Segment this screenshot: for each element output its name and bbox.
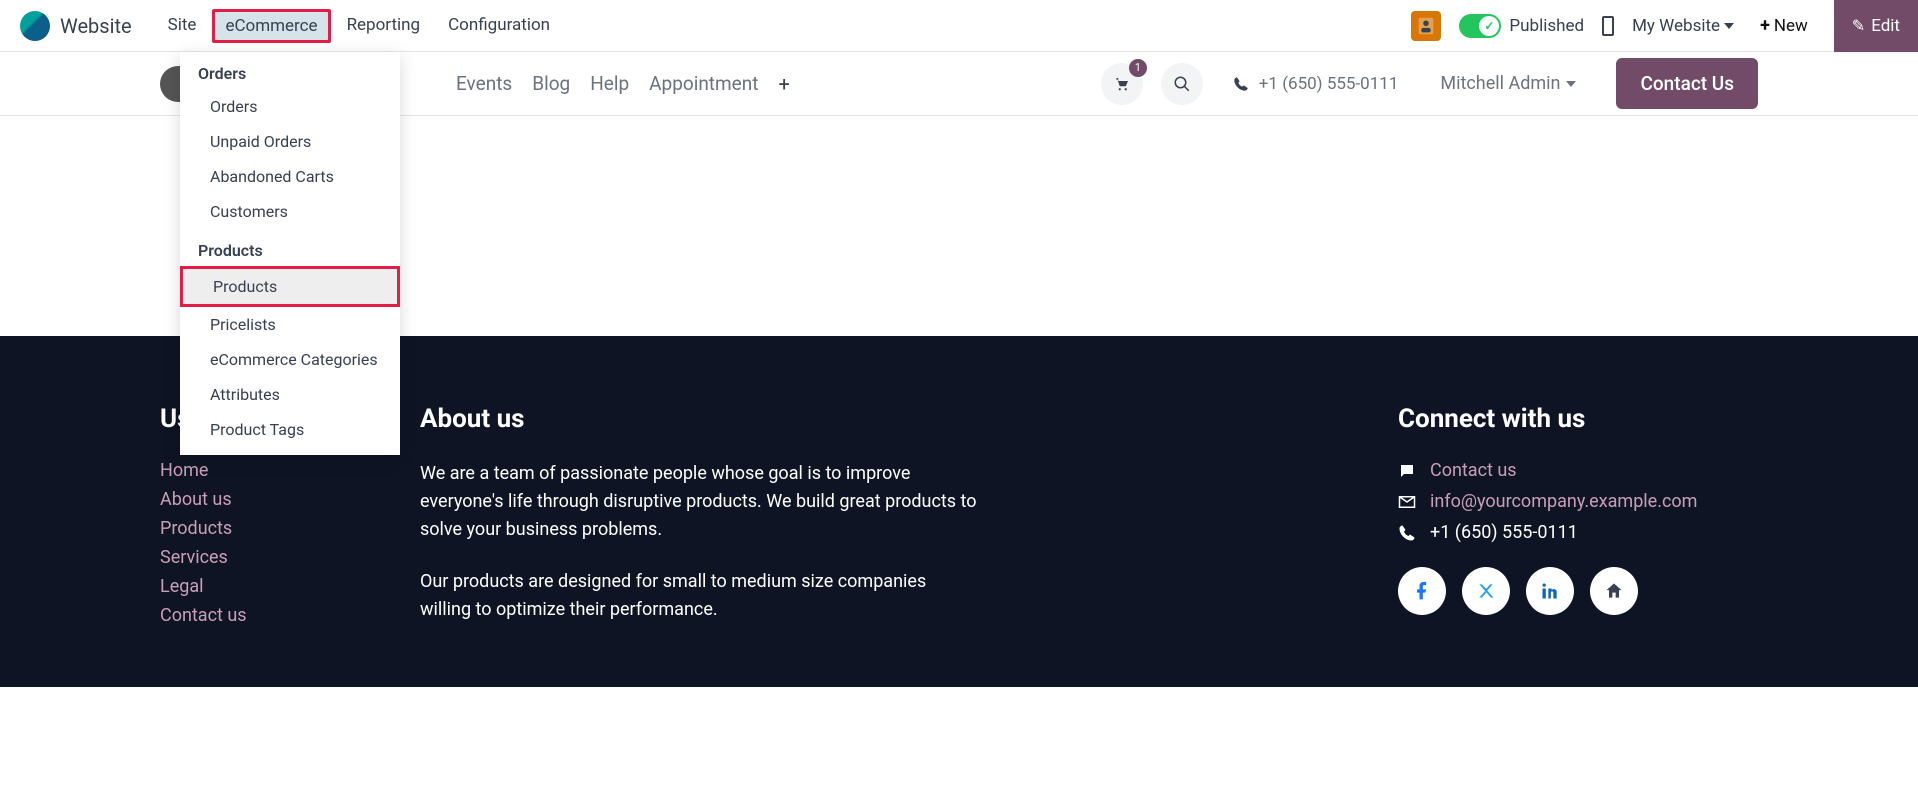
footer-link-services[interactable]: Services	[160, 547, 360, 568]
pencil-icon	[1852, 16, 1865, 36]
user-menu[interactable]: Mitchell Admin	[1440, 73, 1576, 94]
dropdown-item-customers[interactable]: Customers	[180, 194, 400, 229]
nav-add-icon[interactable]: +	[778, 72, 789, 96]
published-label: Published	[1509, 16, 1584, 36]
mobile-preview-icon[interactable]	[1602, 16, 1614, 36]
toggle-track: ✓	[1459, 14, 1501, 38]
check-icon: ✓	[1484, 19, 1494, 33]
footer-link-products[interactable]: Products	[160, 518, 360, 539]
phone-segment: +1 (650) 555-0111	[1233, 74, 1399, 94]
website-selector-label: My Website	[1632, 16, 1720, 36]
footer-link-about-us[interactable]: About us	[160, 489, 360, 510]
connect-title: Connect with us	[1398, 404, 1758, 434]
phone-icon	[1398, 524, 1416, 542]
email-icon	[1398, 493, 1416, 511]
dropdown-item-products[interactable]: Products	[180, 266, 400, 307]
admin-menu-site[interactable]: Site	[156, 9, 209, 43]
nav-appointment[interactable]: Appointment	[649, 72, 758, 96]
footer-link-legal[interactable]: Legal	[160, 576, 360, 597]
site-nav-right: 1 +1 (650) 555-0111 Mitchell Admin Conta…	[1101, 58, 1758, 109]
footer-about: About us We are a team of passionate peo…	[420, 404, 980, 647]
about-title: About us	[420, 404, 980, 434]
chat-icon	[1398, 462, 1416, 480]
dropdown-item-pricelists[interactable]: Pricelists	[180, 307, 400, 342]
plus-icon: +	[1760, 15, 1770, 36]
chevron-down-icon	[1566, 81, 1576, 87]
connect-phone: +1 (650) 555-0111	[1430, 522, 1578, 543]
linkedin-icon	[1540, 581, 1560, 601]
logo-icon	[20, 11, 50, 41]
nav-events[interactable]: Events	[456, 72, 512, 96]
social-row	[1398, 567, 1758, 615]
phone-icon	[1233, 76, 1249, 92]
admin-right: ✓ Published My Website + New Edit	[1411, 0, 1918, 52]
dropdown-header-orders: Orders	[180, 52, 400, 89]
facebook-icon	[1412, 581, 1432, 601]
edit-label: Edit	[1871, 16, 1900, 36]
app-logo[interactable]: Website	[20, 11, 132, 41]
about-paragraph-2: Our products are designed for small to m…	[420, 568, 980, 624]
dropdown-item-ecommerce-categories[interactable]: eCommerce Categories	[180, 342, 400, 377]
chevron-down-icon	[1724, 23, 1734, 29]
website-selector[interactable]: My Website	[1632, 16, 1734, 36]
about-paragraph-1: We are a team of passionate people whose…	[420, 460, 980, 544]
avatar-icon	[1415, 15, 1437, 37]
dropdown-item-product-tags[interactable]: Product Tags	[180, 412, 400, 447]
edit-button[interactable]: Edit	[1834, 0, 1918, 52]
admin-menu-reporting[interactable]: Reporting	[335, 9, 433, 43]
social-home[interactable]	[1590, 567, 1638, 615]
admin-menu-ecommerce[interactable]: eCommerce	[212, 9, 330, 43]
nav-help[interactable]: Help	[590, 72, 629, 96]
connect-contact-link[interactable]: Contact us	[1430, 460, 1517, 481]
x-icon	[1476, 581, 1496, 601]
cart-button[interactable]: 1	[1101, 63, 1143, 105]
footer-link-contact-us[interactable]: Contact us	[160, 605, 360, 626]
social-x[interactable]	[1462, 567, 1510, 615]
contact-us-button[interactable]: Contact Us	[1616, 58, 1758, 109]
new-button[interactable]: + New	[1752, 15, 1816, 36]
dropdown-header-products: Products	[180, 229, 400, 266]
user-name: Mitchell Admin	[1440, 73, 1560, 94]
publish-toggle[interactable]: ✓ Published	[1459, 14, 1584, 38]
new-label: New	[1774, 16, 1808, 36]
search-icon	[1173, 75, 1191, 93]
search-button[interactable]	[1161, 63, 1203, 105]
admin-bar: Website Site eCommerce Reporting Configu…	[0, 0, 1918, 52]
social-facebook[interactable]	[1398, 567, 1446, 615]
user-avatar[interactable]	[1411, 11, 1441, 41]
footer-link-home[interactable]: Home	[160, 460, 360, 481]
ecommerce-dropdown: Orders Orders Unpaid Orders Abandoned Ca…	[180, 52, 400, 455]
cart-badge: 1	[1129, 59, 1147, 77]
dropdown-item-orders[interactable]: Orders	[180, 89, 400, 124]
dropdown-item-attributes[interactable]: Attributes	[180, 377, 400, 412]
admin-menu: Site eCommerce Reporting Configuration	[156, 9, 562, 43]
home-icon	[1604, 581, 1624, 601]
connect-email[interactable]: info@yourcompany.example.com	[1430, 491, 1697, 512]
dropdown-item-abandoned-carts[interactable]: Abandoned Carts	[180, 159, 400, 194]
app-name: Website	[60, 14, 132, 38]
dropdown-item-unpaid-orders[interactable]: Unpaid Orders	[180, 124, 400, 159]
phone-number[interactable]: +1 (650) 555-0111	[1259, 74, 1399, 94]
footer-connect: Connect with us Contact us info@yourcomp…	[1398, 404, 1758, 647]
cart-icon	[1113, 75, 1131, 93]
nav-blog[interactable]: Blog	[532, 72, 570, 96]
social-linkedin[interactable]	[1526, 567, 1574, 615]
admin-menu-configuration[interactable]: Configuration	[436, 9, 562, 43]
site-menu: Events Blog Help Appointment +	[456, 72, 790, 96]
